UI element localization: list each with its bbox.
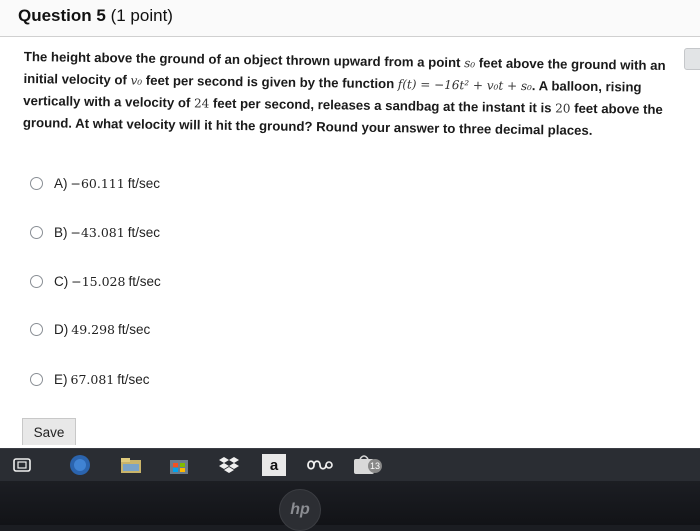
option-value: 49.298 <box>71 321 115 337</box>
option-letter: D) <box>54 321 69 337</box>
radio-option-e[interactable] <box>30 372 43 386</box>
tablet-mode-icon[interactable] <box>10 454 34 476</box>
radio-option-a[interactable] <box>30 176 43 190</box>
option-b[interactable]: B) −43.081 ft/sec <box>30 221 160 243</box>
option-letter: B) <box>54 224 68 240</box>
option-value: 67.081 <box>70 371 115 387</box>
radio-option-b[interactable] <box>30 225 43 239</box>
question-text-part5: feet per second, releases a sandbag at t… <box>212 95 552 116</box>
release-height-number: 20 <box>555 101 571 116</box>
amazon-icon[interactable]: a <box>262 454 286 476</box>
balloon-velocity-number: 24 <box>193 96 210 111</box>
option-value: −43.081 <box>70 224 125 240</box>
edge-browser-icon[interactable] <box>66 454 94 476</box>
option-unit: ft/sec <box>128 273 161 289</box>
option-d[interactable]: D) 49.298 ft/sec <box>30 318 150 340</box>
question-title: Question 5 (1 point) <box>18 6 173 26</box>
dropbox-icon[interactable] <box>216 454 242 476</box>
store-badge: 13 <box>368 459 382 473</box>
infinity-app-icon[interactable] <box>306 454 334 476</box>
file-explorer-icon[interactable] <box>118 454 144 476</box>
question-header: Question 5 (1 point) <box>0 0 700 37</box>
var-v0: v₀ <box>130 73 143 88</box>
store-bag-icon[interactable]: 13 <box>352 454 382 476</box>
question-text-part1: The height above the ground of an object… <box>23 48 461 71</box>
option-a[interactable]: A) −60.111 ft/sec <box>30 172 160 194</box>
store-icon[interactable] <box>166 454 192 476</box>
taskbar: a 13 <box>0 448 700 481</box>
radio-option-d[interactable] <box>30 322 43 336</box>
height-function: f(t) = −16t² + v₀t + s₀ <box>397 77 532 94</box>
option-e[interactable]: E) 67.081 ft/sec <box>30 368 150 390</box>
option-unit: ft/sec <box>127 224 160 240</box>
option-value: −60.111 <box>70 175 125 191</box>
laptop-bezel: hp <box>0 481 700 531</box>
option-letter: C) <box>54 273 69 289</box>
browser-screen: Question 5 (1 point) The height above th… <box>0 0 700 448</box>
side-panel-tab[interactable] <box>684 48 700 70</box>
question-text: The height above the ground of an object… <box>23 46 674 142</box>
option-value: −15.028 <box>71 273 126 289</box>
question-number: Question 5 <box>18 6 106 25</box>
option-unit: ft/sec <box>117 371 150 387</box>
save-button[interactable]: Save <box>22 418 76 445</box>
question-points: (1 point) <box>110 6 173 25</box>
option-unit: ft/sec <box>118 321 151 337</box>
var-s0: s₀ <box>464 56 476 71</box>
radio-option-c[interactable] <box>30 274 43 288</box>
option-letter: A) <box>54 175 68 191</box>
option-unit: ft/sec <box>127 175 160 191</box>
question-text-part3: feet per second is given by the function <box>145 72 395 92</box>
option-c[interactable]: C) −15.028 ft/sec <box>30 270 161 292</box>
option-letter: E) <box>54 371 68 387</box>
